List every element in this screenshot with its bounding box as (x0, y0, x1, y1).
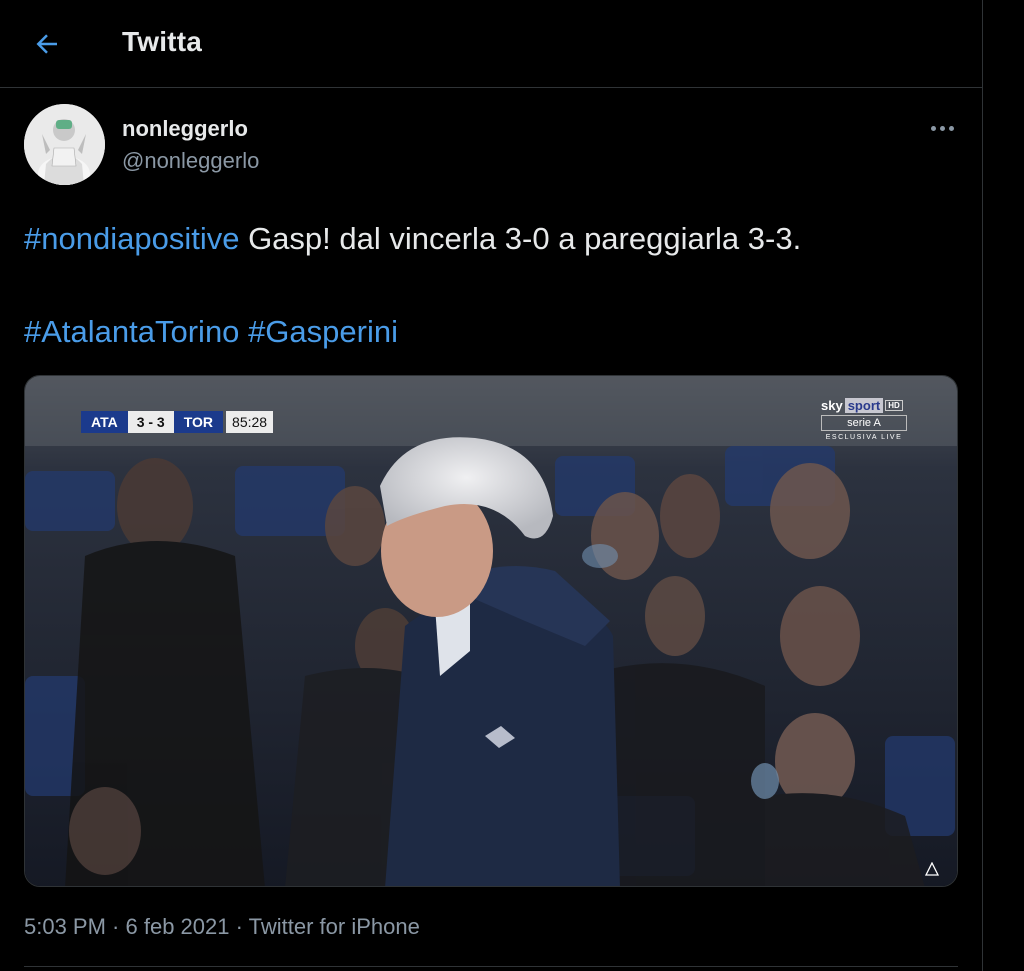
brand-hd: HD (885, 400, 903, 411)
tweet-source[interactable]: Twitter for iPhone (249, 914, 420, 939)
scorebug-clock: 85:28 (226, 411, 274, 433)
tweet-meta: 5:03 PM · 6 feb 2021 · Twitter for iPhon… (24, 914, 420, 940)
hashtag-link[interactable]: #Gasperini (248, 314, 398, 349)
broadcaster-logo: sky sport HD serie A ESCLUSIVA LIVE (821, 398, 913, 446)
page-title: Twitta (122, 26, 203, 57)
hashtag-link[interactable]: #nondiapositive (24, 221, 239, 256)
tweet-detail-column: Twitta nonleggerlo @nonleggerlo #nondiap… (0, 0, 983, 971)
competition-label: serie A (821, 415, 907, 431)
scorebug-score: 3 - 3 (127, 411, 174, 433)
hashtag-link[interactable]: #AtalantaTorino (24, 314, 239, 349)
arrow-left-icon (36, 34, 57, 54)
brand-sport: sport (844, 398, 884, 413)
tweet-line-1: #nondiapositive Gasp! dal vincerla 3-0 a… (24, 216, 964, 262)
brand-sky: sky (821, 398, 843, 413)
tweet-line-2: #AtalantaTorino #Gasperini (24, 309, 964, 355)
broadcaster-brand: sky sport HD (821, 398, 913, 413)
page-header: Twitta (0, 0, 982, 88)
avatar-image (24, 104, 105, 185)
scorebug-away-team: TOR (173, 411, 224, 433)
tweet-media-video[interactable]: ATA 3 - 3 TOR 85:28 sky sport HD serie A E… (24, 375, 958, 887)
divider (24, 966, 958, 967)
more-dot-icon (930, 125, 936, 131)
tweet-time[interactable]: 5:03 PM (24, 914, 106, 939)
back-button[interactable] (28, 26, 68, 62)
tweet-date[interactable]: 6 feb 2021 (126, 914, 230, 939)
tweet-body-text: Gasp! dal vincerla 3-0 a pareggiarla 3-3… (239, 221, 802, 256)
video-frame (25, 376, 957, 886)
meta-separator: · (229, 914, 249, 939)
scorebug: ATA 3 - 3 TOR 85:28 (81, 411, 274, 433)
scorebug-home-team: ATA (81, 411, 128, 433)
more-options-button[interactable] (924, 114, 960, 142)
more-dot-icon (948, 125, 954, 131)
meta-separator: · (105, 914, 126, 939)
hashtag-spacer (239, 314, 248, 349)
author-display-name[interactable]: nonleggerlo (122, 116, 248, 142)
more-dot-icon (939, 125, 945, 131)
avatar[interactable] (24, 104, 105, 185)
tweet-text: #nondiapositive Gasp! dal vincerla 3-0 a… (24, 216, 964, 355)
author-handle[interactable]: @nonleggerlo (122, 148, 259, 174)
media-warning-icon (925, 862, 939, 876)
live-label: ESCLUSIVA LIVE (825, 434, 903, 441)
